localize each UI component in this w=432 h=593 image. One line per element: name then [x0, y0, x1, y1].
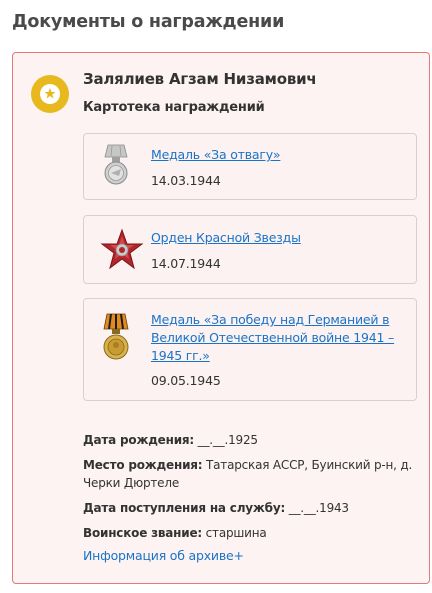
birth-date-label: Дата рождения:: [83, 433, 195, 447]
award-date: 14.07.1944: [151, 256, 221, 271]
award-link[interactable]: Медаль «За победу над Германией в Велико…: [151, 311, 408, 365]
medal-for-courage-icon: [104, 144, 128, 185]
rank-row: Воинское звание: старшина: [83, 524, 413, 542]
award-link[interactable]: Орден Красной Звезды: [151, 229, 408, 247]
page-title: Документы о награждении: [12, 12, 285, 32]
service-date-label: Дата поступления на службу:: [83, 501, 286, 515]
award-item: Медаль «За победу над Германией в Велико…: [83, 298, 417, 401]
person-name: Залялиев Агзам Низамович: [83, 70, 317, 88]
archive-info-link[interactable]: Информация об архиве+: [83, 548, 244, 563]
service-date-row: Дата поступления на службу: __.__.1943: [83, 499, 413, 517]
service-date-value: __.__.1943: [288, 501, 349, 515]
section-subtitle: Картотека награждений: [83, 100, 265, 115]
birth-date-value: __.__.1925: [197, 433, 258, 447]
medal-victory-over-germany-icon: [103, 313, 129, 360]
award-date: 14.03.1944: [151, 173, 221, 188]
birth-place-label: Место рождения:: [83, 458, 203, 472]
award-card: Залялиев Агзам Низамович Картотека награ…: [12, 52, 430, 584]
order-red-star-icon: [100, 228, 144, 270]
rank-label: Воинское звание:: [83, 526, 203, 540]
award-badge-icon: [31, 75, 69, 113]
award-item: Медаль «За отвагу» 14.03.1944: [83, 133, 417, 200]
rank-value: старшина: [205, 526, 267, 540]
award-item: Орден Красной Звезды 14.07.1944: [83, 215, 417, 284]
award-link[interactable]: Медаль «За отвагу»: [151, 146, 408, 164]
birth-date-row: Дата рождения: __.__.1925: [83, 431, 413, 449]
birth-place-row: Место рождения: Татарская АССР, Буинский…: [83, 456, 413, 492]
award-date: 09.05.1945: [151, 373, 221, 388]
